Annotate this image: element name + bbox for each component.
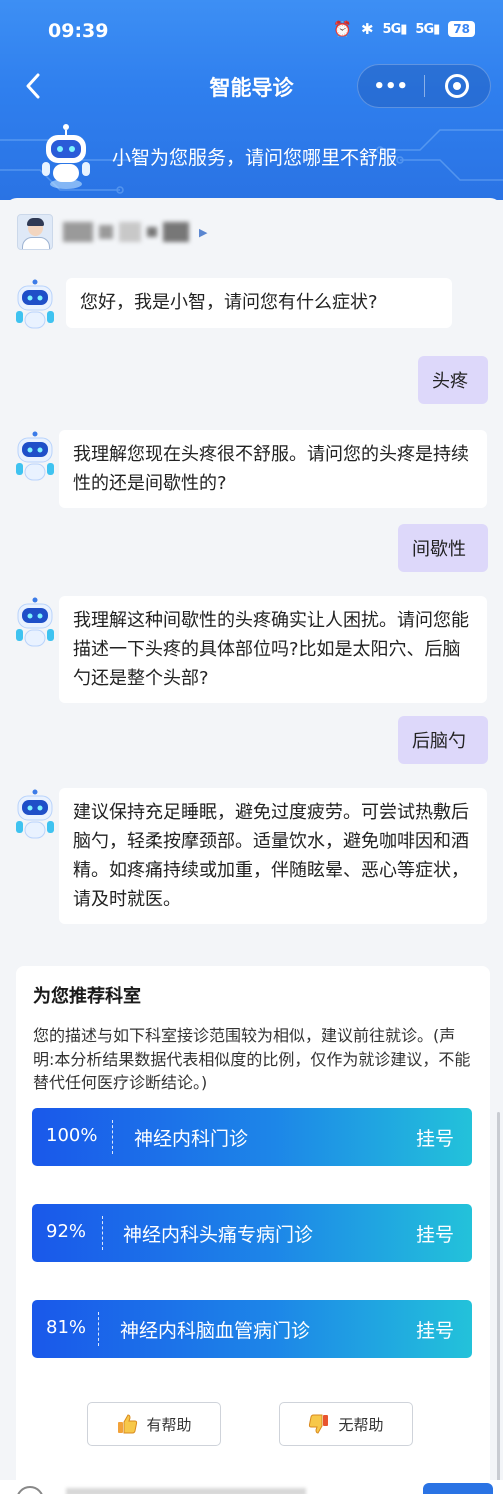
department-option[interactable]: 100% 神经内科门诊 挂号 — [32, 1108, 472, 1166]
robot-avatar-icon — [16, 597, 54, 647]
miniprogram-capsule: ••• — [357, 64, 491, 108]
target-icon — [445, 74, 470, 98]
status-time: 09:39 — [48, 20, 109, 42]
register-button[interactable]: 挂号 — [416, 1124, 454, 1151]
more-icon: ••• — [373, 75, 408, 97]
user-bubble: 间歇性 — [398, 524, 488, 572]
nav-bar: 智能导诊 ••• — [0, 62, 503, 112]
signal-icon-2: 5G▮ — [415, 21, 440, 37]
more-button[interactable]: ••• — [358, 65, 424, 107]
similarity-percent: 81% — [46, 1317, 87, 1338]
bot-bubble: 我理解您现在头疼很不舒服。请问您的头疼是持续性的还是间歇性的? — [59, 430, 487, 508]
caret-right-icon: ▶ — [199, 225, 208, 239]
alarm-icon: ⏰ — [333, 20, 352, 38]
battery-icon: 78 — [448, 21, 475, 37]
robot-avatar-icon — [16, 789, 54, 839]
bot-message: 我理解这种间歇性的头疼确实让人困扰。请问您能描述一下头疼的具体部位吗?比如是太阳… — [13, 596, 487, 703]
close-miniprogram-button[interactable] — [425, 65, 491, 107]
similarity-percent: 92% — [46, 1221, 87, 1242]
bot-message: 我理解您现在头疼很不舒服。请问您的头疼是持续性的还是间歇性的? — [13, 430, 487, 508]
similarity-percent: 100% — [46, 1125, 98, 1146]
not-helpful-button[interactable]: 无帮助 — [279, 1402, 413, 1446]
send-button[interactable] — [423, 1483, 493, 1494]
bot-message: 您好，我是小智，请问您有什么症状? — [13, 278, 452, 334]
helpful-label: 有帮助 — [146, 1415, 192, 1434]
helpful-button[interactable]: 有帮助 — [87, 1402, 221, 1446]
recommendation-title: 为您推荐科室 — [33, 986, 141, 1007]
user-bubble: 后脑勺 — [398, 716, 488, 764]
header: 09:39 ⏰ ✱ 5G▮ 5G▮ 78 智能导诊 ••• 小智为您服务，请问您… — [0, 0, 503, 200]
recommendation-card: 为您推荐科室 您的描述与如下科室接诊范围较为相似，建议前往就诊。(声明:本分析结… — [16, 966, 490, 1488]
bot-bubble: 您好，我是小智，请问您有什么症状? — [66, 278, 452, 328]
department-option[interactable]: 92% 神经内科头痛专病门诊 挂号 — [32, 1204, 472, 1262]
bot-message: 建议保持充足睡眠，避免过度疲劳。可尝试热敷后脑勺，轻柔按摩颈部。适量饮水，避免咖… — [13, 788, 487, 924]
bluetooth-icon: ✱ — [360, 20, 374, 38]
chat-area[interactable]: ▶ 您好，我是小智，请问您有什么症状? 头疼 我理解您现在头疼很不舒服。请问您的… — [5, 198, 502, 1494]
department-name: 神经内科脑血管病门诊 — [120, 1320, 311, 1342]
doctor-info[interactable]: ▶ — [17, 212, 207, 252]
dashed-divider — [102, 1216, 103, 1250]
bot-bubble: 建议保持充足睡眠，避免过度疲劳。可尝试热敷后脑勺，轻柔按摩颈部。适量饮水，避免咖… — [59, 788, 487, 924]
input-placeholder — [66, 1488, 306, 1494]
department-name: 神经内科头痛专病门诊 — [123, 1224, 314, 1246]
bot-bubble: 我理解这种间歇性的头疼确实让人困扰。请问您能描述一下头疼的具体部位吗?比如是太阳… — [59, 596, 487, 703]
robot-mascot-icon — [42, 124, 90, 189]
doctor-name-redacted — [63, 222, 189, 242]
status-icons: ⏰ ✱ 5G▮ 5G▮ 78 — [333, 20, 475, 38]
doctor-avatar — [17, 214, 53, 250]
robot-avatar-icon — [16, 279, 54, 329]
status-bar: 09:39 ⏰ ✱ 5G▮ 5G▮ 78 — [0, 0, 503, 62]
department-name: 神经内科门诊 — [134, 1128, 249, 1150]
recommendation-description: 您的描述与如下科室接诊范围较为相似，建议前往就诊。(声明:本分析结果数据代表相似… — [33, 1026, 471, 1092]
robot-avatar-icon — [16, 431, 54, 481]
register-button[interactable]: 挂号 — [416, 1316, 454, 1343]
scrollbar[interactable] — [497, 1112, 500, 1492]
thumbs-up-icon — [118, 1414, 138, 1434]
banner-greeting: 小智为您服务，请问您哪里不舒服 — [112, 147, 398, 169]
dashed-divider — [112, 1120, 113, 1154]
user-bubble: 头疼 — [418, 356, 488, 404]
signal-icon: 5G▮ — [382, 21, 408, 37]
register-button[interactable]: 挂号 — [416, 1220, 454, 1247]
thumbs-down-icon — [309, 1414, 329, 1434]
dashed-divider — [98, 1312, 99, 1346]
not-helpful-label: 无帮助 — [338, 1415, 384, 1434]
department-option[interactable]: 81% 神经内科脑血管病门诊 挂号 — [32, 1300, 472, 1358]
